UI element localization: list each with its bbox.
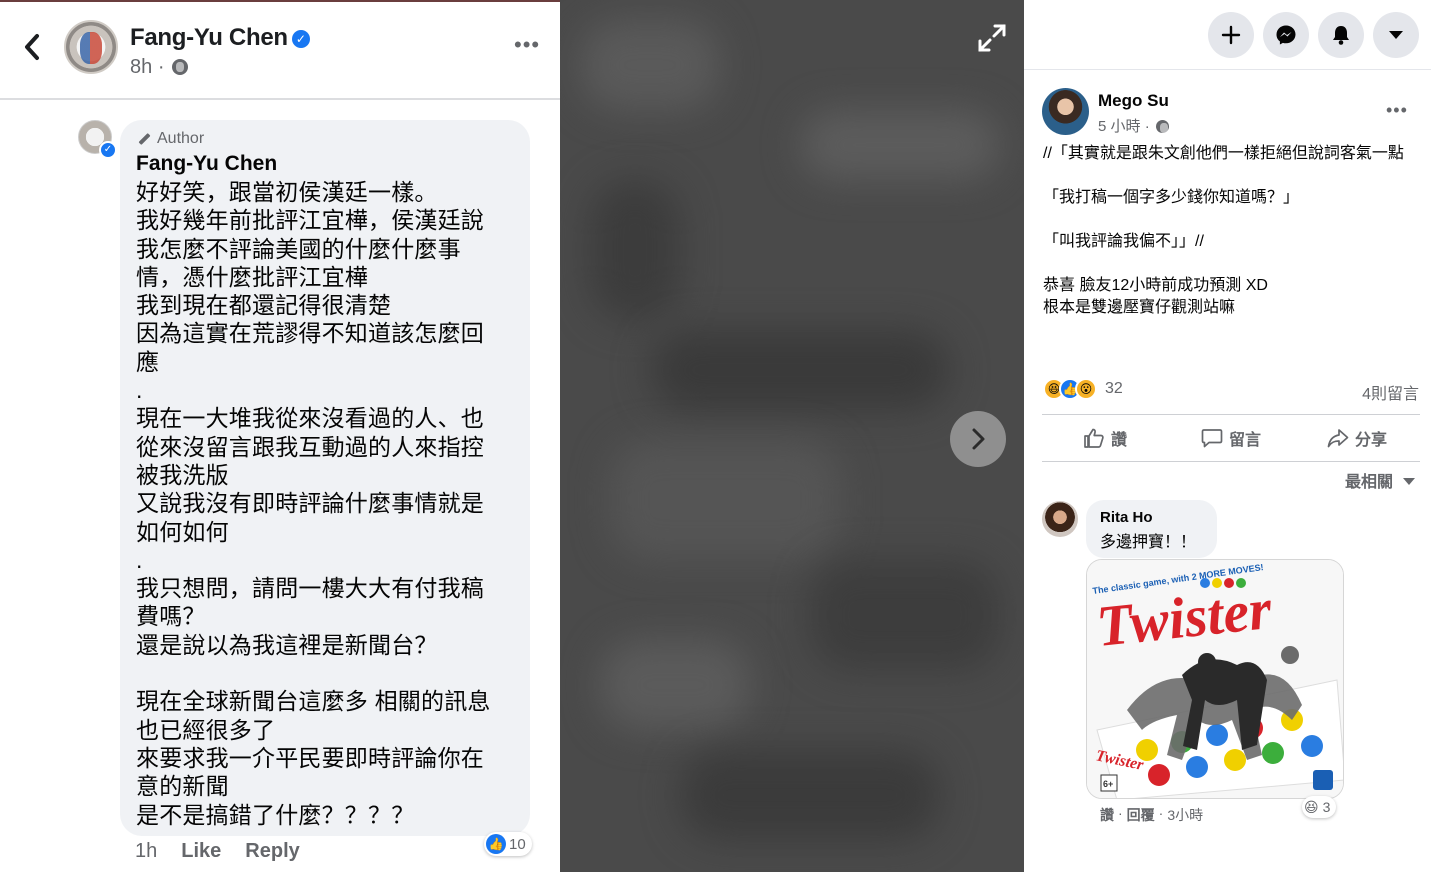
- next-photo-button[interactable]: [950, 411, 1006, 467]
- post-time[interactable]: 5 小時: [1098, 118, 1141, 135]
- post-meta: 8h ·: [130, 56, 189, 79]
- post-author-avatar[interactable]: [1042, 88, 1089, 135]
- back-arrow-icon[interactable]: [18, 30, 48, 64]
- reply-actions: 讚 · 回覆 · 3小時: [1100, 805, 1203, 825]
- comment-bubble: Author Fang-Yu Chen 好好笑，跟當初侯漢廷一樣。 我好幾年前批…: [120, 120, 530, 836]
- caret-down-icon: [1403, 478, 1416, 485]
- blurred-region: [610, 440, 840, 560]
- left-post-header: Fang-Yu Chen ✓ 8h · •••: [0, 2, 560, 100]
- left-comment-screenshot: Fang-Yu Chen ✓ 8h · ••• ✓ Author Fang-Yu …: [0, 0, 560, 872]
- like-count-value: 10: [509, 835, 526, 853]
- comment-label: 留言: [1228, 432, 1261, 449]
- reply-bubble: Rita Ho 多邊押寶！！: [1086, 500, 1217, 558]
- account-menu-button[interactable]: [1373, 12, 1419, 58]
- post-meta: 5 小時 ·: [1098, 115, 1169, 136]
- comment-body: 好好笑，跟當初侯漢廷一樣。 我好幾年前批評江宜樺，侯漢廷說 我怎麼不評論美國的什…: [136, 179, 491, 828]
- post-reactions[interactable]: 😆 👍 😮 32: [1043, 378, 1123, 400]
- wow-reaction-icon: 😮: [1075, 378, 1097, 400]
- reply-reaction-count[interactable]: 😆 3: [1302, 796, 1337, 818]
- more-options-icon[interactable]: •••: [514, 32, 540, 58]
- thumbs-up-icon: [1084, 428, 1104, 448]
- post-author-name[interactable]: Mego Su: [1098, 91, 1169, 111]
- like-button[interactable]: Like: [181, 840, 221, 863]
- commenter-avatar[interactable]: [1042, 501, 1078, 537]
- globe-icon: [1155, 120, 1169, 133]
- expand-icon[interactable]: [976, 22, 1008, 54]
- reply-reaction-value: 3: [1322, 799, 1331, 815]
- comment-actions: 1h Like Reply: [135, 840, 300, 863]
- share-button[interactable]: 分享: [1294, 415, 1420, 461]
- verified-badge-icon: ✓: [99, 141, 117, 159]
- reply-button[interactable]: Reply: [245, 840, 299, 863]
- comment-count[interactable]: 4則留言: [1362, 380, 1419, 404]
- post-time[interactable]: 8h: [130, 56, 152, 78]
- caret-down-icon: [1389, 31, 1403, 39]
- reply-like-button[interactable]: 讚: [1100, 805, 1114, 825]
- comment-button[interactable]: 留言: [1168, 415, 1294, 461]
- comment-time[interactable]: 1h: [135, 840, 157, 863]
- post-options-icon[interactable]: •••: [1386, 100, 1408, 121]
- blurred-region: [590, 180, 680, 320]
- age-label: 6+: [1103, 779, 1113, 789]
- bell-icon: [1333, 26, 1349, 45]
- share-label: 分享: [1354, 432, 1387, 449]
- blurred-region: [680, 750, 940, 840]
- share-icon: [1327, 429, 1349, 448]
- plus-icon: [1221, 25, 1241, 45]
- comment-reaction-count[interactable]: 👍 10: [484, 832, 532, 856]
- author-tag-label: Author: [157, 130, 205, 147]
- dot-separator: ·: [1158, 805, 1164, 821]
- reaction-count: 32: [1105, 380, 1123, 397]
- meta-separator: ·: [1144, 118, 1150, 135]
- post-action-bar: 讚 留言 分享: [1042, 414, 1420, 462]
- thumbs-up-icon: 👍: [486, 834, 506, 854]
- dot-separator: ·: [1118, 805, 1123, 821]
- notifications-button[interactable]: [1318, 12, 1364, 58]
- chevron-right-icon: [972, 428, 985, 450]
- post-text: //「其實就是跟朱文創他們一樣拒絕但說詞客氣一點 「我打稿一個字多少錢你知道嗎？…: [1043, 145, 1404, 316]
- author-name[interactable]: Fang-Yu Chen: [130, 24, 288, 51]
- blurred-region: [600, 640, 750, 730]
- twister-box-art: The classic game, with 2 MORE MOVES! Twi…: [1087, 560, 1343, 798]
- twister-image[interactable]: The classic game, with 2 MORE MOVES! Twi…: [1086, 559, 1344, 799]
- create-button[interactable]: [1208, 12, 1254, 58]
- verified-badge-icon: ✓: [291, 30, 310, 48]
- commenter-name[interactable]: Rita Ho: [1100, 509, 1203, 526]
- comment-icon: [1201, 429, 1223, 448]
- like-button[interactable]: 讚: [1042, 415, 1168, 461]
- like-label: 讚: [1110, 432, 1127, 449]
- meta-separator: ·: [157, 56, 165, 78]
- author-tag: Author: [136, 130, 514, 148]
- haha-reaction-icon: 😆: [1304, 798, 1319, 815]
- reply-text: 多邊押寶！！: [1100, 534, 1197, 551]
- blurred-region: [580, 20, 720, 110]
- pencil-icon: [136, 131, 152, 147]
- blurred-region: [800, 110, 1000, 180]
- blurred-region: [810, 560, 1000, 670]
- messenger-icon: [1276, 25, 1296, 45]
- messenger-button[interactable]: [1263, 12, 1309, 58]
- reply-time[interactable]: 3小時: [1167, 805, 1203, 825]
- sort-label: 最相關: [1345, 474, 1394, 491]
- globe-icon: [172, 59, 189, 75]
- reply-reply-button[interactable]: 回覆: [1127, 805, 1155, 825]
- comment-author-name[interactable]: Fang-Yu Chen: [136, 152, 514, 176]
- top-bar: [1024, 0, 1431, 70]
- avatar[interactable]: [64, 20, 118, 74]
- comment-sort-dropdown[interactable]: 最相關: [1345, 468, 1416, 492]
- blurred-region: [650, 330, 950, 410]
- comment-avatar[interactable]: ✓: [78, 120, 117, 159]
